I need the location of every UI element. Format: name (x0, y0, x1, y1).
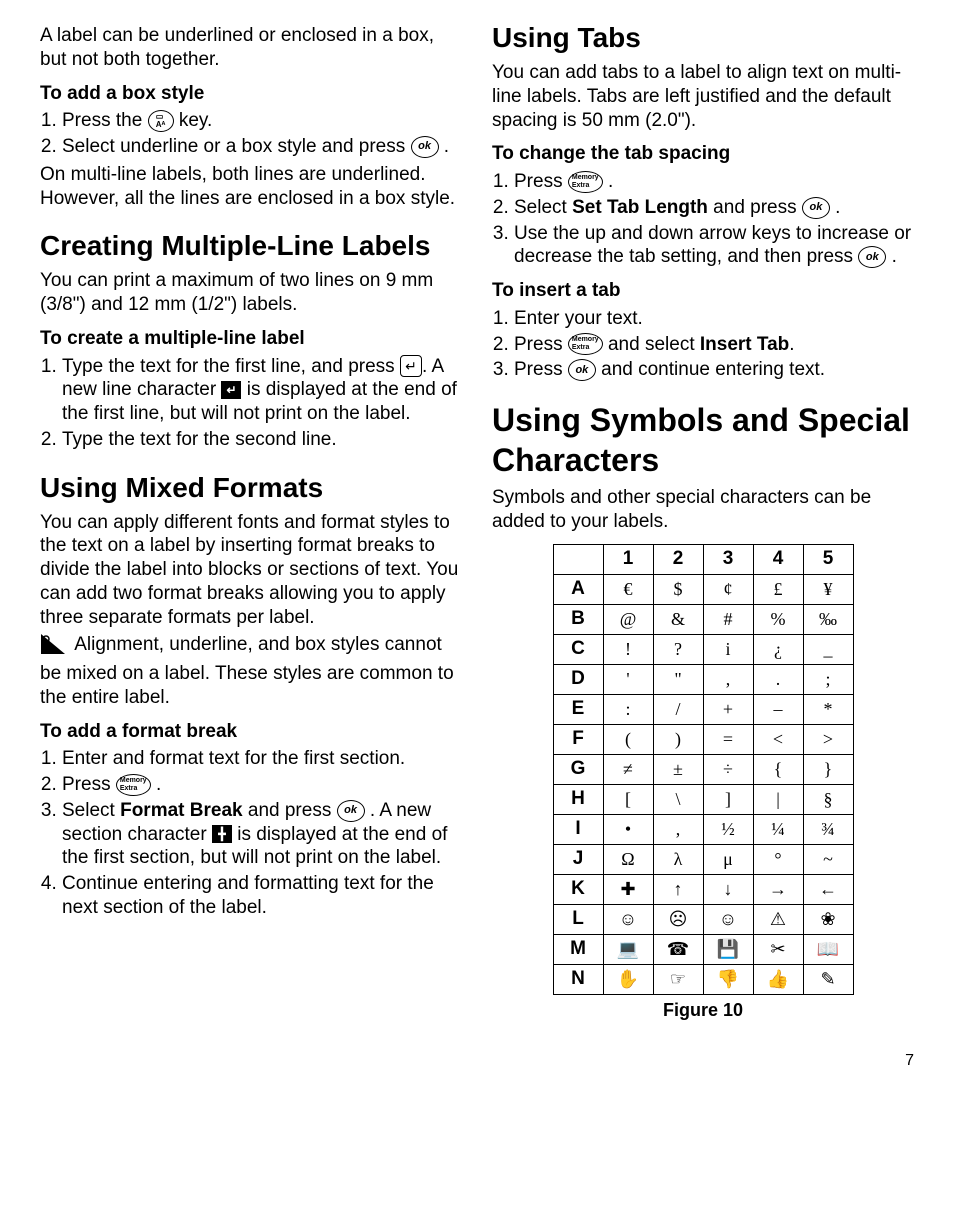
row-header: N (553, 964, 603, 994)
intro-paragraph: A label can be underlined or enclosed in… (40, 24, 462, 72)
using-tabs-heading: Using Tabs (492, 20, 914, 55)
ok-key-icon: ok (337, 800, 365, 822)
format-break-bold: Format Break (120, 800, 243, 821)
note-icon (40, 633, 66, 662)
format-break-step-2: Press MemoryExtra . (62, 773, 462, 797)
add-box-style-heading: To add a box style (40, 82, 462, 106)
row-header: G (553, 754, 603, 784)
row-header: F (553, 724, 603, 754)
mixed-formats-note: Alignment, underline, and box styles can… (40, 633, 462, 709)
col-header: 2 (653, 544, 703, 574)
change-tab-spacing-heading: To change the tab spacing (492, 142, 914, 166)
format-break-heading: To add a format break (40, 720, 462, 744)
table-row: F()=<> (553, 724, 853, 754)
ok-key-icon: ok (802, 197, 830, 219)
row-header: D (553, 664, 603, 694)
format-break-step-1: Enter and format text for the first sect… (62, 747, 462, 771)
table-row: JΩλμ°~ (553, 844, 853, 874)
ok-key-icon: ok (858, 246, 886, 268)
table-row: M💻☎💾✂📖 (553, 934, 853, 964)
add-box-step-1: Press the ▭Aᴬ key. (62, 109, 462, 133)
multiline-para: You can print a maximum of two lines on … (40, 269, 462, 317)
col-header: 5 (803, 544, 853, 574)
table-header-row: 1 2 3 4 5 (553, 544, 853, 574)
box-key-icon: ▭Aᴬ (148, 110, 174, 132)
page-number: 7 (40, 1051, 914, 1071)
row-header: H (553, 784, 603, 814)
ok-key-icon: ok (411, 136, 439, 158)
table-row: D'",.; (553, 664, 853, 694)
insert-tab-step-3: Press ok and continue entering text. (514, 358, 914, 382)
table-row: E:/+–* (553, 694, 853, 724)
insert-tab-steps: Enter your text. Press MemoryExtra and s… (492, 307, 914, 382)
table-row: N✋☞👎👍✎ (553, 964, 853, 994)
insert-tab-heading: To insert a tab (492, 279, 914, 303)
insert-tab-bold: Insert Tab (700, 334, 789, 355)
add-box-note: On multi-line labels, both lines are und… (40, 163, 462, 211)
create-multiline-step-2: Type the text for the second line. (62, 428, 462, 452)
symbols-table: 1 2 3 4 5 A€$¢£¥ B@&#%‰ C!?i¿_ D'",.; E:… (553, 544, 854, 995)
table-row: I•,½¼¾ (553, 814, 853, 844)
row-header: C (553, 634, 603, 664)
add-box-steps: Press the ▭Aᴬ key. Select underline or a… (40, 109, 462, 159)
symbols-heading: Using Symbols and Special Characters (492, 400, 914, 480)
create-multiline-steps: Type the text for the first line, and pr… (40, 355, 462, 452)
change-tab-steps: Press MemoryExtra . Select Set Tab Lengt… (492, 170, 914, 269)
corner-cell (553, 544, 603, 574)
tabs-para: You can add tabs to a label to align tex… (492, 61, 914, 132)
set-tab-length-bold: Set Tab Length (572, 197, 708, 218)
table-row: L☺☹☺⚠❀ (553, 904, 853, 934)
add-box-step-2: Select underline or a box style and pres… (62, 135, 462, 159)
row-header: L (553, 904, 603, 934)
row-header: B (553, 604, 603, 634)
row-header: I (553, 814, 603, 844)
table-row: K✚↑↓→← (553, 874, 853, 904)
memory-extra-key-icon: MemoryExtra (116, 774, 151, 796)
memory-extra-key-icon: MemoryExtra (568, 333, 603, 355)
change-tab-step-1: Press MemoryExtra . (514, 170, 914, 194)
row-header: M (553, 934, 603, 964)
ok-key-icon: ok (568, 359, 596, 381)
col-header: 4 (753, 544, 803, 574)
section-break-icon: ╋ (212, 825, 232, 843)
figure-caption: Figure 10 (492, 999, 914, 1022)
format-break-steps: Enter and format text for the first sect… (40, 747, 462, 919)
insert-tab-step-1: Enter your text. (514, 307, 914, 331)
create-multiline-heading: To create a multiple-line label (40, 327, 462, 351)
memory-extra-key-icon: MemoryExtra (568, 171, 603, 193)
mixed-formats-heading: Using Mixed Formats (40, 470, 462, 505)
enter-key-icon: ↵ (400, 355, 422, 377)
table-row: A€$¢£¥ (553, 574, 853, 604)
change-tab-step-3: Use the up and down arrow keys to increa… (514, 222, 914, 270)
newline-char-icon: ↵ (221, 381, 241, 399)
creating-multiline-heading: Creating Multiple-Line Labels (40, 228, 462, 263)
mixed-formats-para: You can apply different fonts and format… (40, 511, 462, 630)
format-break-step-4: Continue entering and formatting text fo… (62, 872, 462, 920)
row-header: K (553, 874, 603, 904)
symbols-para: Symbols and other special characters can… (492, 486, 914, 534)
table-row: H[\]|§ (553, 784, 853, 814)
table-row: G≠±÷{} (553, 754, 853, 784)
row-header: J (553, 844, 603, 874)
row-header: A (553, 574, 603, 604)
col-header: 1 (603, 544, 653, 574)
change-tab-step-2: Select Set Tab Length and press ok . (514, 196, 914, 220)
col-header: 3 (703, 544, 753, 574)
create-multiline-step-1: Type the text for the first line, and pr… (62, 355, 462, 426)
format-break-step-3: Select Format Break and press ok . A new… (62, 799, 462, 870)
insert-tab-step-2: Press MemoryExtra and select Insert Tab. (514, 333, 914, 357)
table-row: B@&#%‰ (553, 604, 853, 634)
row-header: E (553, 694, 603, 724)
table-row: C!?i¿_ (553, 634, 853, 664)
